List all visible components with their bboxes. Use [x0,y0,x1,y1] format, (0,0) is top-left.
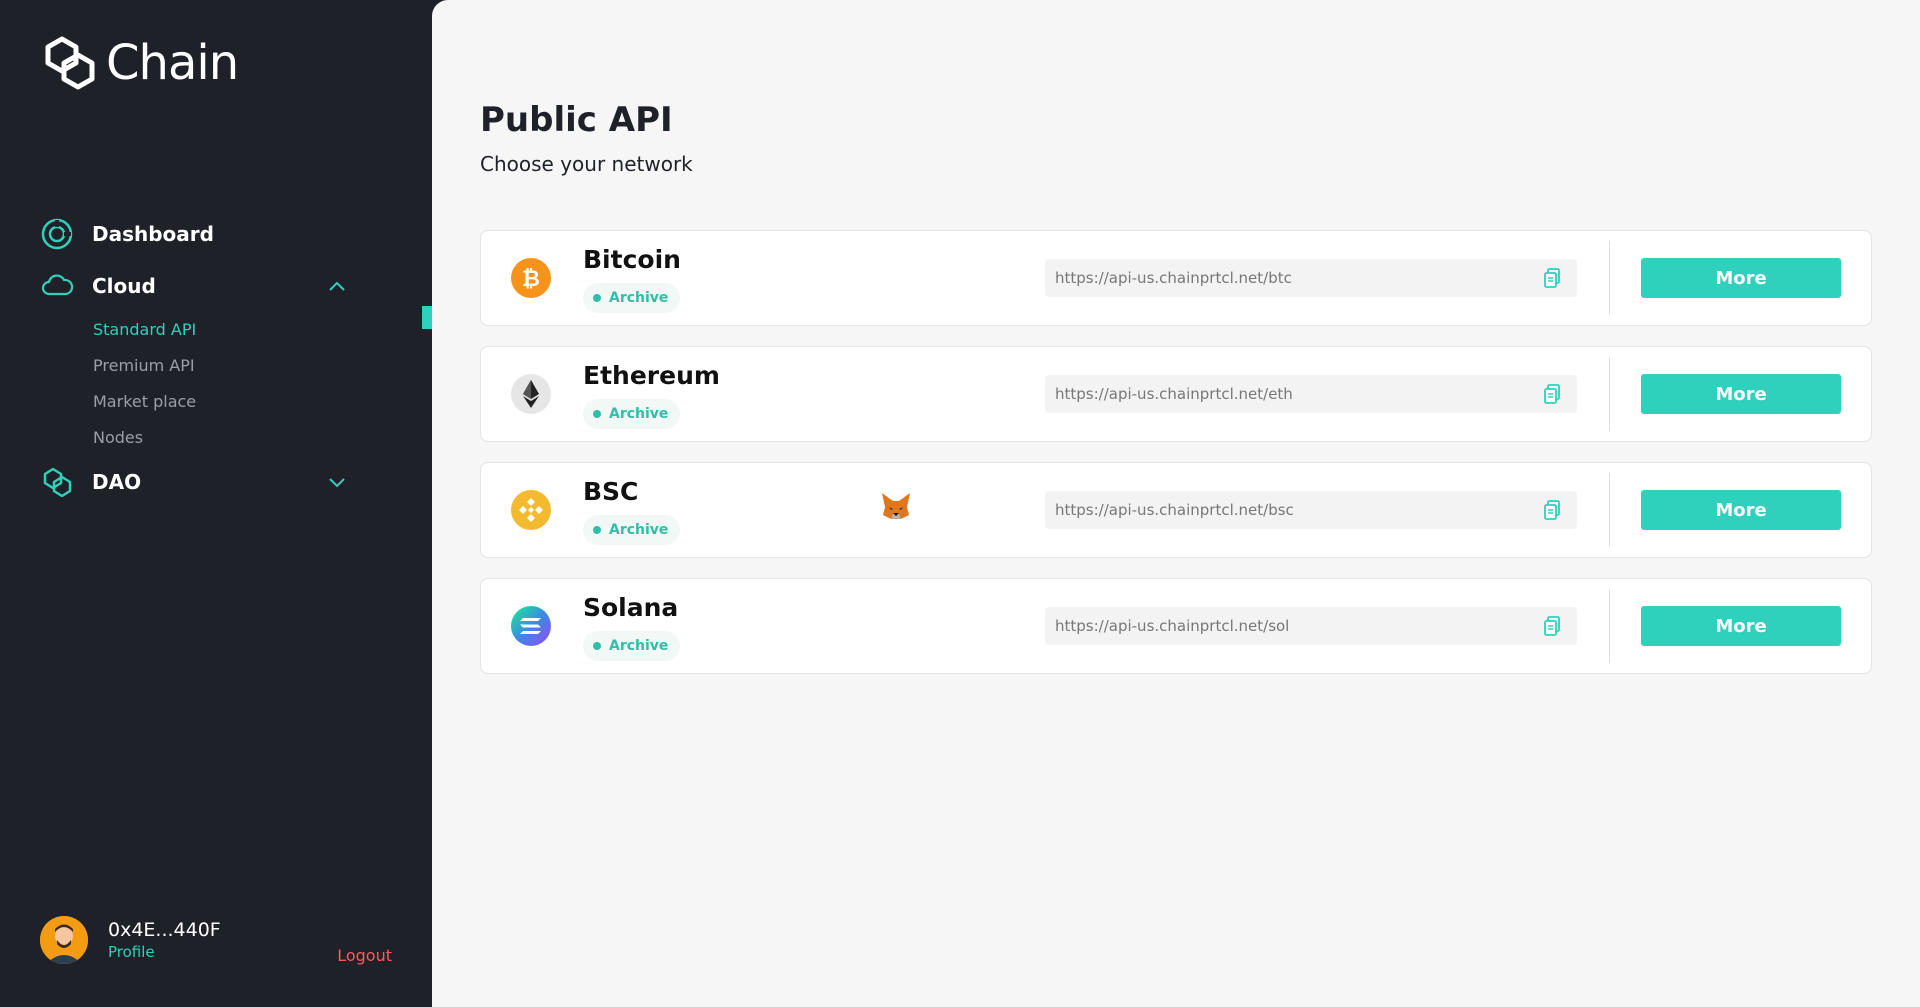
sidebar-item-label: Dashboard [92,222,214,246]
more-button[interactable]: More [1641,490,1841,530]
sidebar-subitem-premium-api[interactable]: Premium API [93,348,400,384]
bnb-icon [511,490,551,530]
sidebar-nav: Dashboard Cloud Standard API Premium API… [40,208,400,508]
badge-label: Archive [609,406,669,422]
more-button[interactable]: More [1641,374,1841,414]
bitcoin-icon: ₿ [511,258,551,298]
api-url-text: https://api-us.chainprtcl.net/eth [1055,385,1293,403]
network-card-ethereum: Ethereum Archive https://api-us.chainprt… [480,346,1872,442]
dashboard-icon [41,218,73,250]
copy-icon[interactable] [1543,268,1561,288]
sidebar-item-label: DAO [92,470,142,494]
status-badge: Archive [583,283,681,313]
sidebar: Chain Dashboard Cloud Standard API Premi… [0,0,432,1007]
api-url-text: https://api-us.chainprtcl.net/btc [1055,269,1292,287]
brand-name: Chain [106,35,239,91]
sidebar-item-cloud[interactable]: Cloud [40,260,400,312]
status-dot [593,642,601,650]
api-url-field[interactable]: https://api-us.chainprtcl.net/btc [1045,259,1577,297]
metamask-fox-icon[interactable] [879,489,913,523]
divider [1609,357,1610,431]
chevron-down-icon[interactable] [326,471,348,493]
badge-label: Archive [609,638,669,654]
api-url-text: https://api-us.chainprtcl.net/bsc [1055,501,1294,519]
avatar-image-icon [40,916,88,964]
active-item-indicator [422,306,432,329]
sidebar-item-dashboard[interactable]: Dashboard [40,208,400,260]
badge-label: Archive [609,522,669,538]
sidebar-item-dao[interactable]: DAO [40,456,400,508]
cloud-icon [41,274,74,296]
main-content: Public API Choose your network ₿ Bitcoin… [432,0,1920,1007]
chain-logo-icon [45,36,95,90]
solana-icon [511,606,551,646]
api-url-text: https://api-us.chainprtcl.net/sol [1055,617,1290,635]
dao-icon [43,467,72,498]
ethereum-icon [511,374,551,414]
network-name: BSC [583,477,639,506]
sidebar-item-label: Cloud [92,274,156,298]
profile-link[interactable]: Profile [108,943,221,961]
divider [1609,589,1610,663]
chevron-up-icon[interactable] [326,275,348,297]
network-card-bitcoin: ₿ Bitcoin Archive https://api-us.chainpr… [480,230,1872,326]
divider [1609,241,1610,315]
more-button[interactable]: More [1641,258,1841,298]
network-name: Solana [583,593,679,622]
brand-logo[interactable]: Chain [40,33,239,93]
sidebar-subitem-standard-api[interactable]: Standard API [93,312,400,348]
status-badge: Archive [583,399,681,429]
copy-icon[interactable] [1543,616,1561,636]
api-url-field[interactable]: https://api-us.chainprtcl.net/eth [1045,375,1577,413]
sidebar-subitem-nodes[interactable]: Nodes [93,420,400,456]
network-list: ₿ Bitcoin Archive https://api-us.chainpr… [480,230,1872,694]
logout-link[interactable]: Logout [337,946,392,965]
avatar[interactable] [40,916,88,964]
wallet-address: 0x4E...440F [108,919,221,941]
network-card-bsc: BSC Archive https://api-us.chainprtcl.ne… [480,462,1872,558]
cloud-submenu: Standard API Premium API Market place No… [40,312,400,456]
sidebar-subitem-market-place[interactable]: Market place [93,384,400,420]
profile-info: 0x4E...440F Profile [108,919,221,961]
divider [1609,473,1610,547]
network-card-solana: Solana Archive https://api-us.chainprtcl… [480,578,1872,674]
page-subtitle: Choose your network [480,152,693,176]
status-dot [593,526,601,534]
badge-label: Archive [609,290,669,306]
network-name: Bitcoin [583,245,681,274]
status-badge: Archive [583,515,681,545]
network-name: Ethereum [583,361,720,390]
status-dot [593,294,601,302]
user-profile: 0x4E...440F Profile Logout [40,916,392,965]
status-dot [593,410,601,418]
api-url-field[interactable]: https://api-us.chainprtcl.net/bsc [1045,491,1577,529]
page-title: Public API [480,100,673,140]
status-badge: Archive [583,631,681,661]
copy-icon[interactable] [1543,384,1561,404]
api-url-field[interactable]: https://api-us.chainprtcl.net/sol [1045,607,1577,645]
copy-icon[interactable] [1543,500,1561,520]
svg-text:₿: ₿ [522,267,540,292]
more-button[interactable]: More [1641,606,1841,646]
